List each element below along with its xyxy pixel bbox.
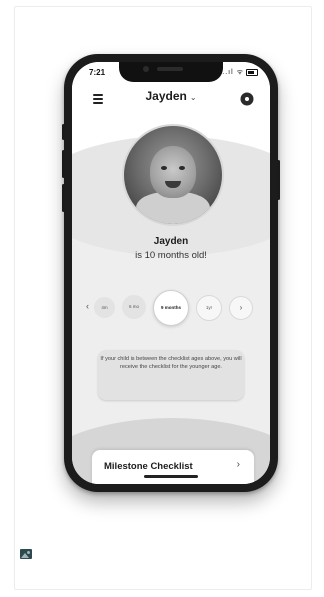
age-selector: ‹ 4m 6 mo 9 months 1yr ›: [72, 290, 270, 326]
chevron-down-icon: ⌄: [189, 93, 197, 102]
gear-icon[interactable]: [242, 94, 252, 104]
battery-icon: [246, 68, 258, 76]
milestone-label: Milestone Checklist: [104, 461, 193, 472]
age-option[interactable]: 4m: [94, 297, 115, 318]
image-icon[interactable]: [20, 549, 32, 559]
age-option[interactable]: 6 mo: [122, 295, 146, 319]
silent-switch: [62, 124, 65, 140]
age-option-selected[interactable]: 9 months: [153, 290, 189, 326]
power-button: [277, 160, 280, 200]
signal-icon: ..ıl ᯤ: [222, 69, 244, 76]
phone-mockup: 7:21 ..ıl ᯤ Jayden ⌄ Jayden is 10 months …: [62, 54, 280, 492]
status-time: 7:21: [89, 68, 106, 77]
page-title: Jayden: [145, 89, 187, 103]
chevron-right-icon: ›: [236, 459, 240, 470]
milestone-checklist-card[interactable]: Milestone Checklist ›: [92, 450, 254, 484]
child-selector[interactable]: Jayden ⌄: [72, 89, 270, 103]
volume-down-button: [62, 184, 65, 212]
info-card-text: If your child is between the checklist a…: [100, 356, 242, 370]
avatar: [122, 124, 224, 226]
info-card: If your child is between the checklist a…: [98, 350, 244, 400]
chevron-right-icon[interactable]: ›: [229, 296, 253, 320]
phone-notch: [119, 62, 223, 82]
age-option[interactable]: 1yr: [196, 295, 222, 321]
speaker-grille: [157, 67, 183, 71]
child-name: Jayden: [153, 236, 189, 247]
phone-screen: 7:21 ..ıl ᯤ Jayden ⌄ Jayden is 10 months …: [72, 62, 270, 484]
avatar-face: [150, 146, 196, 198]
chevron-left-icon[interactable]: ‹: [86, 301, 89, 311]
volume-up-button: [62, 150, 65, 178]
child-age: is 10 months old!: [135, 250, 207, 261]
camera-icon: [143, 66, 149, 72]
status-icons: ..ıl ᯤ: [222, 68, 258, 77]
home-indicator: [144, 475, 198, 478]
